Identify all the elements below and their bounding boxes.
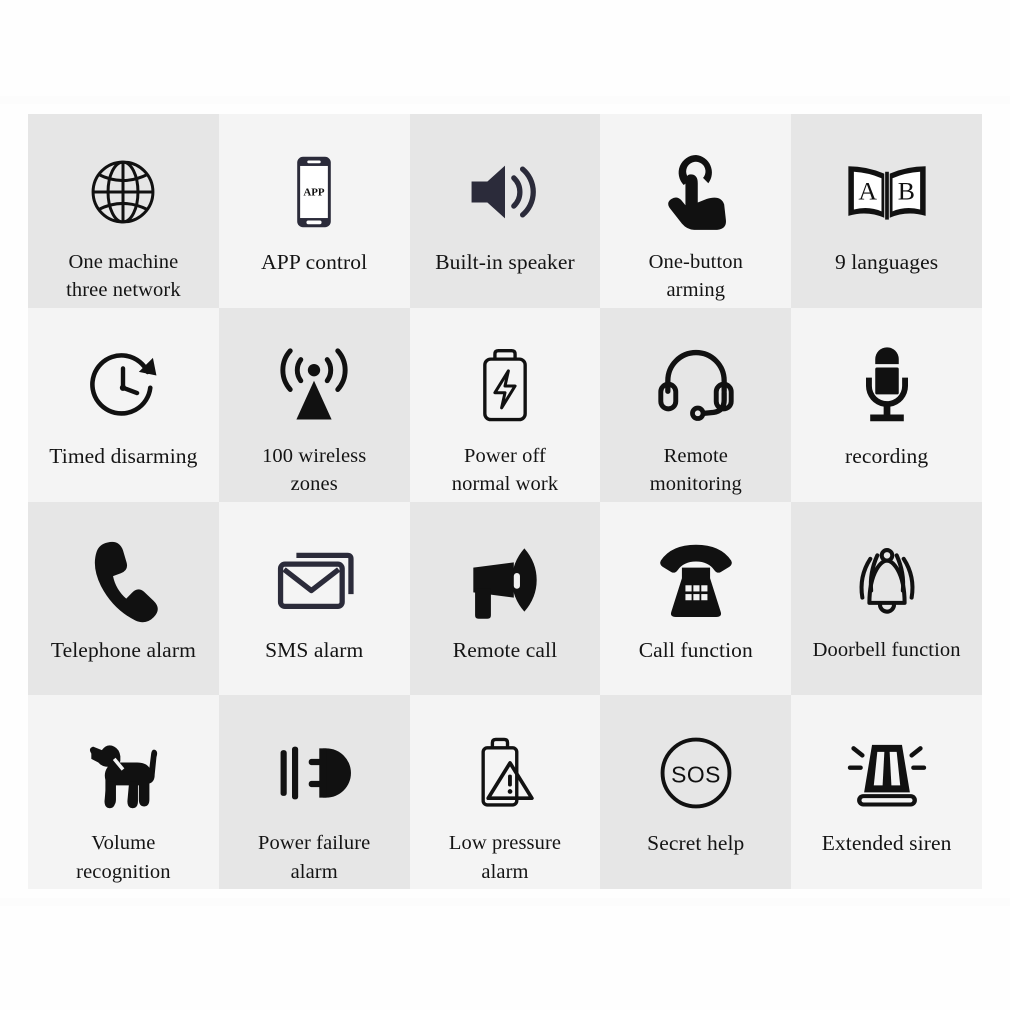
feature-grid-canvas: One machine three network APP APP control B… <box>0 0 1010 1010</box>
headset-icon <box>652 334 740 438</box>
feature-label: Volume recognition <box>76 832 171 883</box>
feature-cell: recording <box>791 307 982 502</box>
feature-label: Remote monitoring <box>649 444 742 496</box>
feature-label: Power failure alarm <box>258 832 371 883</box>
desk-phone-icon <box>652 528 740 632</box>
feature-label: Remote call <box>452 637 558 662</box>
open-book-ab-icon: AB <box>841 140 933 244</box>
feature-cell: Power failure alarm <box>218 695 410 889</box>
phone-handset-icon <box>79 528 167 632</box>
feature-label: 9 languages <box>834 250 939 274</box>
microphone-icon <box>845 334 929 438</box>
feature-label: SMS alarm <box>265 637 364 662</box>
feature-label: Telephone alarm <box>50 637 196 662</box>
unplugged-plug-icon <box>270 721 358 825</box>
feature-grid: One machine three network APP APP control B… <box>28 114 982 889</box>
globe-icon <box>79 140 167 244</box>
feature-cell: One-button arming <box>600 114 792 308</box>
feature-label: Extended siren <box>821 831 952 856</box>
feature-cell: Timed disarming <box>28 307 219 502</box>
feature-cell: Call function <box>600 501 792 696</box>
megaphone-icon <box>461 528 549 632</box>
siren-light-icon <box>843 721 931 825</box>
svg-text:SOS: SOS <box>671 762 721 788</box>
smartphone-app-icon: APP <box>272 140 356 244</box>
touch-finger-icon <box>652 140 740 244</box>
feature-label: Call function <box>638 637 753 662</box>
feature-cell: 100 wireless zones <box>218 307 410 502</box>
feature-cell: Telephone alarm <box>28 501 219 696</box>
feature-label: Doorbell function <box>812 638 961 661</box>
feature-label: One-button arming <box>648 251 743 302</box>
antenna-signal-icon <box>270 334 358 438</box>
feature-label: APP control <box>261 250 368 274</box>
feature-cell: Low pressure alarm <box>409 695 601 889</box>
feature-label: recording <box>844 443 929 468</box>
feature-label: 100 wireless zones <box>262 444 367 496</box>
bottom-edge-band <box>0 898 1010 906</box>
speaker-icon <box>461 140 549 244</box>
feature-label: Power off normal work <box>451 444 559 496</box>
battery-warning-icon <box>463 721 547 825</box>
feature-label: One machine three network <box>66 251 181 302</box>
feature-cell: AB 9 languages <box>791 114 982 308</box>
sos-circle-icon: SOS <box>652 721 740 825</box>
top-edge-band <box>0 96 1010 104</box>
svg-text:A: A <box>858 176 877 205</box>
svg-text:B: B <box>897 176 914 205</box>
feature-cell: Power off normal work <box>409 307 601 502</box>
feature-cell: Built-in speaker <box>409 114 601 308</box>
feature-cell: Volume recognition <box>28 695 219 889</box>
envelope-stack-icon <box>270 528 358 632</box>
feature-cell: Doorbell function <box>791 501 982 696</box>
feature-cell: SMS alarm <box>218 501 410 696</box>
feature-cell: Remote call <box>409 501 601 696</box>
feature-cell: SOS Secret help <box>600 695 792 889</box>
feature-label: Secret help <box>647 831 745 856</box>
feature-cell: Remote monitoring <box>600 307 792 502</box>
svg-text:APP: APP <box>304 186 326 198</box>
battery-bolt-icon <box>463 334 547 438</box>
feature-label: Built-in speaker <box>435 250 575 274</box>
feature-label: Low pressure alarm <box>448 832 562 883</box>
feature-cell: One machine three network <box>28 114 219 308</box>
ringing-bell-icon <box>843 528 931 632</box>
feature-cell: APP APP control <box>218 114 410 308</box>
feature-label: Timed disarming <box>49 443 198 468</box>
dog-icon <box>79 721 167 825</box>
clock-rotate-icon <box>79 334 167 438</box>
feature-cell: Extended siren <box>791 695 982 889</box>
